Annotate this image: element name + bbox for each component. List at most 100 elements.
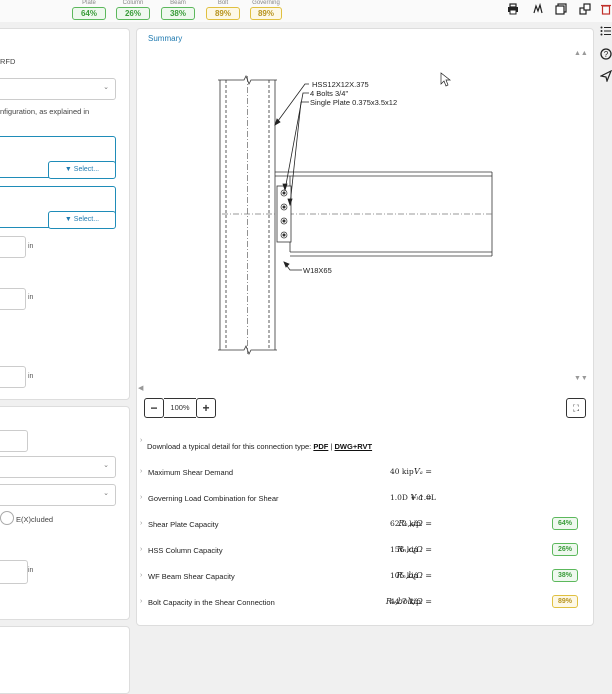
utilization-badge: 64% [552,517,578,530]
chevron-down-icon: ⌄ [103,84,109,91]
download-separator: | [330,442,333,451]
chevron-down-icon: ⌄ [103,462,109,469]
result-label: HSS Column Capacity [148,546,223,555]
status-plate[interactable]: Plate 64% [72,0,106,20]
fullscreen-button[interactable]: ⛶ [566,398,586,418]
label-beam: W18X65 [303,266,332,275]
zoom-in-button[interactable]: + [196,398,216,418]
zoom-out-button[interactable]: − [144,398,164,418]
duplicate-icon[interactable] [578,3,592,17]
load-input-2[interactable] [0,560,28,584]
send-icon[interactable] [599,69,612,86]
result-label: Governing Load Combination for Shear [148,494,279,503]
copy-icon[interactable] [554,3,568,17]
status-value: 89% [206,7,240,20]
result-value: 62.2 kip [390,519,421,528]
result-row-bolt-capacity[interactable]: › Bolt Capacity in the Shear Connection … [140,594,590,612]
utilization-badge: 38% [552,569,578,582]
unit-label: in [28,294,34,301]
status-label: Column [122,0,144,6]
delete-icon[interactable] [599,3,612,17]
dimension-input-3[interactable] [0,366,26,388]
result-label: Shear Plate Capacity [148,520,219,529]
status-governing[interactable]: Governing 89% [250,0,282,20]
label-bolts: 4 Bolts 3/4" [310,89,349,98]
chart-icon[interactable] [531,2,545,17]
option-select-1[interactable]: ⌄ [0,456,116,478]
filter-icon: ▼ [64,166,72,173]
status-bolt[interactable]: Bolt 89% [206,0,240,20]
chevron-right-icon: › [140,437,143,444]
design-method-text: RFD [0,57,16,66]
summary-title[interactable]: Summary [148,34,182,43]
option-select-2[interactable]: ⌄ [0,484,116,506]
status-value: 64% [72,7,106,20]
zoom-level: 100% [164,398,196,418]
chevron-right-icon: › [140,520,143,527]
result-value: 44.7 kip [390,597,421,606]
status-label: Plate [82,0,96,6]
result-row-wf-beam[interactable]: › WF Beam Shear Capacity Rₙ,b/Ω = 105 ki… [140,568,590,586]
status-label: Beam [170,0,186,6]
status-label: Governing [252,0,280,6]
help-icon[interactable]: ? [600,48,612,64]
thread-excluded-radio[interactable] [0,511,14,525]
result-value: 40 kip [390,467,414,476]
chevron-right-icon: › [140,468,143,475]
result-label: WF Beam Shear Capacity [148,572,235,581]
scroll-down-icon[interactable]: ▼▼ [574,375,588,382]
select-label: Select... [73,166,100,173]
select-label: Select... [73,216,100,223]
svg-text:?: ? [604,50,609,59]
result-label: Bolt Capacity in the Shear Connection [148,598,275,607]
status-beam[interactable]: Beam 38% [161,0,195,20]
result-value: 1.0D + 1.0L [390,493,436,502]
list-icon[interactable] [600,26,612,42]
result-row-max-shear[interactable]: › Maximum Shear Demand Vₐ = 40 kip [140,464,590,482]
download-pdf-link[interactable]: PDF [313,442,328,451]
result-row-hss-column[interactable]: › HSS Column Capacity Rₙ,c/Ω = 156 kip 2… [140,542,590,560]
utilization-badge: 26% [552,543,578,556]
thread-excluded-label: E(X)cluded [16,515,54,524]
download-dwg-link[interactable]: DWG+RVT [335,442,373,451]
status-value: 38% [161,7,195,20]
config-help-text: nfiguration, as explained in [0,107,90,116]
chevron-right-icon: › [140,572,143,579]
dimension-input-1[interactable] [0,236,26,258]
top-status-bar: Plate 64% Column 26% Beam 38% Bolt 89% G… [0,0,612,22]
status-label: Bolt [217,0,229,6]
utilization-badge: 89% [552,595,578,608]
column-select-button[interactable]: ▼ Select... [48,161,116,179]
input-panel-extra [0,626,130,694]
beam-select-button[interactable]: ▼ Select... [48,211,116,229]
unit-label: in [28,373,34,380]
result-label: Maximum Shear Demand [148,468,234,477]
scroll-left-icon[interactable]: ◀ [138,384,143,392]
summary-panel [136,28,594,626]
scroll-up-icon[interactable]: ▲▲ [574,50,588,57]
download-detail: Download a typical detail for this conne… [147,442,372,451]
result-formula: Vₐ = [413,467,432,476]
chevron-right-icon: › [140,494,143,501]
status-value: 26% [116,7,150,20]
fullscreen-icon: ⛶ [572,403,580,413]
status-column[interactable]: Column 26% [116,0,150,20]
result-value: 156 kip [390,545,419,554]
chevron-right-icon: › [140,546,143,553]
unit-label: in [28,243,34,250]
unit-label: in [28,567,34,574]
label-plate: Single Plate 0.375x3.5x12 [310,98,398,107]
print-icon[interactable] [506,3,520,17]
design-method-select[interactable]: ⌄ [0,78,116,100]
result-row-load-combo[interactable]: › Governing Load Combination for Shear V… [140,490,590,508]
filter-icon: ▼ [64,216,72,223]
chevron-right-icon: › [140,598,143,605]
download-text: Download a typical detail for this conne… [147,442,312,451]
result-row-shear-plate[interactable]: › Shear Plate Capacity Rₙ,ₚ/Ω = 62.2 kip… [140,516,590,534]
chevron-down-icon: ⌄ [103,490,109,497]
result-value: 105 kip [390,571,419,580]
status-value: 89% [250,7,282,20]
dimension-input-2[interactable] [0,288,26,310]
load-input-1[interactable] [0,430,28,452]
label-column: HSS12X12X.375 [312,80,369,89]
